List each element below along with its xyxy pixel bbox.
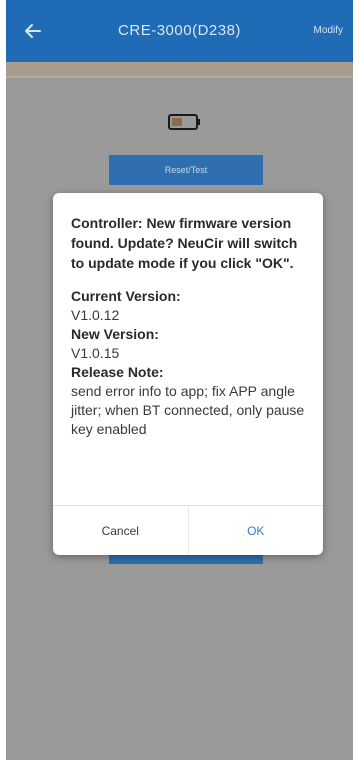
current-version-value: V1.0.12 <box>71 307 120 323</box>
current-version-label: Current Version: <box>71 288 181 304</box>
dialog-title: Controller: New firmware version found. … <box>71 215 298 271</box>
app-screen: CRE-3000(D238) Modify Reset/Test Control… <box>6 0 353 760</box>
new-version-label: New Version: <box>71 326 159 342</box>
new-version-value: V1.0.15 <box>71 345 120 361</box>
dialog-actions: Cancel OK <box>53 505 323 555</box>
dialog-body: Controller: New firmware version found. … <box>53 193 323 439</box>
ok-button[interactable]: OK <box>189 506 324 555</box>
release-note-text: send error info to app; fix APP angle ji… <box>71 383 305 437</box>
cancel-button[interactable]: Cancel <box>53 506 189 555</box>
firmware-update-dialog: Controller: New firmware version found. … <box>53 193 323 555</box>
release-note-label: Release Note: <box>71 364 164 380</box>
